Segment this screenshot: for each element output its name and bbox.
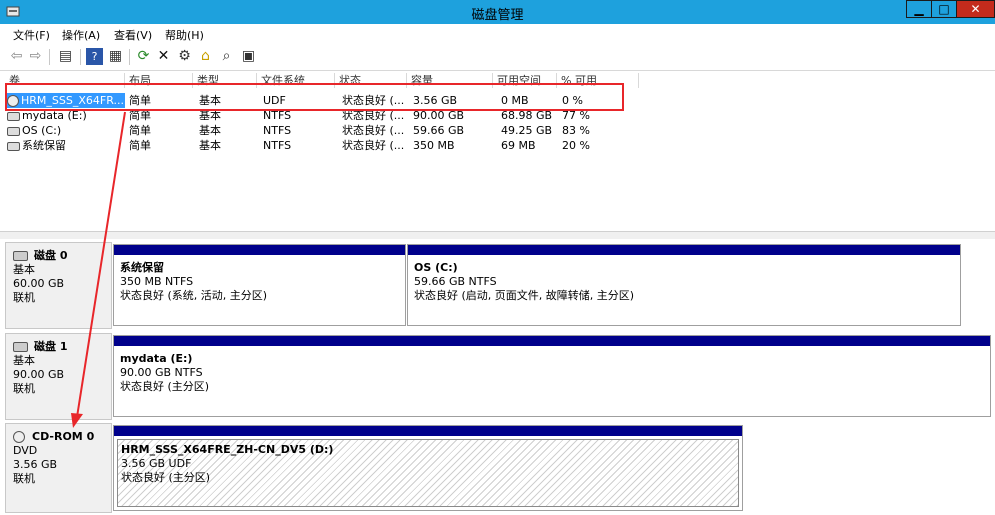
annotation-arrow — [71, 111, 126, 428]
